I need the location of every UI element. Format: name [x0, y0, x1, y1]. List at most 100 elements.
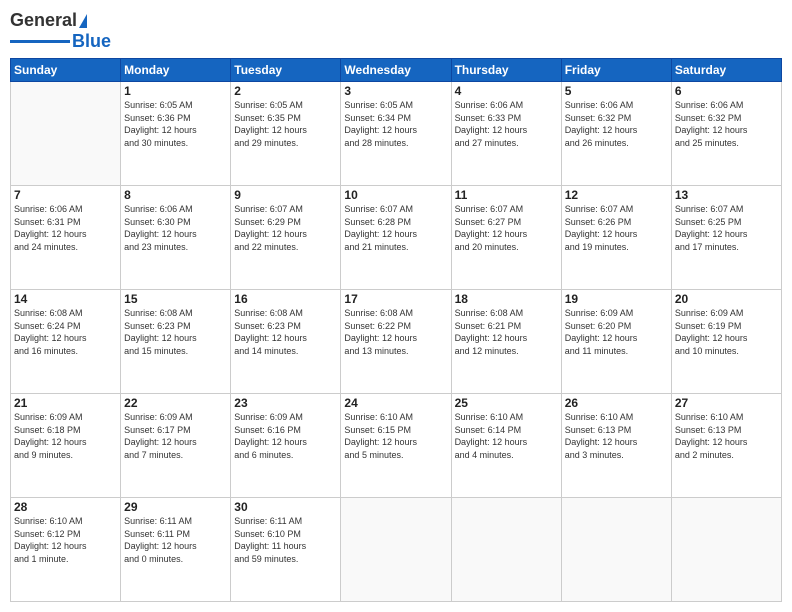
week-row-1: 7Sunrise: 6:06 AM Sunset: 6:31 PM Daylig… — [11, 186, 782, 290]
day-cell — [341, 498, 451, 602]
day-info: Sunrise: 6:10 AM Sunset: 6:12 PM Dayligh… — [14, 515, 117, 565]
day-cell: 8Sunrise: 6:06 AM Sunset: 6:30 PM Daylig… — [121, 186, 231, 290]
day-info: Sunrise: 6:07 AM Sunset: 6:28 PM Dayligh… — [344, 203, 447, 253]
day-number: 18 — [455, 292, 558, 306]
day-cell: 26Sunrise: 6:10 AM Sunset: 6:13 PM Dayli… — [561, 394, 671, 498]
day-cell: 4Sunrise: 6:06 AM Sunset: 6:33 PM Daylig… — [451, 82, 561, 186]
day-cell: 23Sunrise: 6:09 AM Sunset: 6:16 PM Dayli… — [231, 394, 341, 498]
day-cell: 28Sunrise: 6:10 AM Sunset: 6:12 PM Dayli… — [11, 498, 121, 602]
day-number: 11 — [455, 188, 558, 202]
header-saturday: Saturday — [671, 59, 781, 82]
day-cell — [561, 498, 671, 602]
day-info: Sunrise: 6:05 AM Sunset: 6:35 PM Dayligh… — [234, 99, 337, 149]
day-cell — [671, 498, 781, 602]
day-number: 13 — [675, 188, 778, 202]
day-number: 3 — [344, 84, 447, 98]
day-number: 15 — [124, 292, 227, 306]
logo-blue: Blue — [72, 31, 111, 52]
header-thursday: Thursday — [451, 59, 561, 82]
day-number: 8 — [124, 188, 227, 202]
day-info: Sunrise: 6:06 AM Sunset: 6:32 PM Dayligh… — [565, 99, 668, 149]
day-info: Sunrise: 6:06 AM Sunset: 6:32 PM Dayligh… — [675, 99, 778, 149]
day-cell — [11, 82, 121, 186]
day-cell: 18Sunrise: 6:08 AM Sunset: 6:21 PM Dayli… — [451, 290, 561, 394]
day-cell: 13Sunrise: 6:07 AM Sunset: 6:25 PM Dayli… — [671, 186, 781, 290]
day-cell: 3Sunrise: 6:05 AM Sunset: 6:34 PM Daylig… — [341, 82, 451, 186]
day-cell: 17Sunrise: 6:08 AM Sunset: 6:22 PM Dayli… — [341, 290, 451, 394]
day-number: 14 — [14, 292, 117, 306]
day-number: 17 — [344, 292, 447, 306]
weekday-header-row: Sunday Monday Tuesday Wednesday Thursday… — [11, 59, 782, 82]
day-number: 25 — [455, 396, 558, 410]
header-friday: Friday — [561, 59, 671, 82]
day-info: Sunrise: 6:07 AM Sunset: 6:25 PM Dayligh… — [675, 203, 778, 253]
day-info: Sunrise: 6:08 AM Sunset: 6:24 PM Dayligh… — [14, 307, 117, 357]
day-number: 12 — [565, 188, 668, 202]
logo-line — [10, 40, 70, 43]
day-number: 19 — [565, 292, 668, 306]
day-number: 16 — [234, 292, 337, 306]
day-info: Sunrise: 6:09 AM Sunset: 6:16 PM Dayligh… — [234, 411, 337, 461]
header: General Blue — [10, 10, 782, 52]
header-tuesday: Tuesday — [231, 59, 341, 82]
day-number: 27 — [675, 396, 778, 410]
day-cell: 22Sunrise: 6:09 AM Sunset: 6:17 PM Dayli… — [121, 394, 231, 498]
day-info: Sunrise: 6:05 AM Sunset: 6:34 PM Dayligh… — [344, 99, 447, 149]
day-info: Sunrise: 6:11 AM Sunset: 6:10 PM Dayligh… — [234, 515, 337, 565]
day-info: Sunrise: 6:10 AM Sunset: 6:13 PM Dayligh… — [675, 411, 778, 461]
day-info: Sunrise: 6:09 AM Sunset: 6:18 PM Dayligh… — [14, 411, 117, 461]
day-number: 22 — [124, 396, 227, 410]
day-info: Sunrise: 6:06 AM Sunset: 6:31 PM Dayligh… — [14, 203, 117, 253]
day-cell: 5Sunrise: 6:06 AM Sunset: 6:32 PM Daylig… — [561, 82, 671, 186]
header-monday: Monday — [121, 59, 231, 82]
day-info: Sunrise: 6:08 AM Sunset: 6:23 PM Dayligh… — [124, 307, 227, 357]
day-cell: 20Sunrise: 6:09 AM Sunset: 6:19 PM Dayli… — [671, 290, 781, 394]
day-info: Sunrise: 6:08 AM Sunset: 6:21 PM Dayligh… — [455, 307, 558, 357]
week-row-3: 21Sunrise: 6:09 AM Sunset: 6:18 PM Dayli… — [11, 394, 782, 498]
day-number: 6 — [675, 84, 778, 98]
day-number: 29 — [124, 500, 227, 514]
day-cell: 6Sunrise: 6:06 AM Sunset: 6:32 PM Daylig… — [671, 82, 781, 186]
day-cell: 1Sunrise: 6:05 AM Sunset: 6:36 PM Daylig… — [121, 82, 231, 186]
day-number: 5 — [565, 84, 668, 98]
day-number: 26 — [565, 396, 668, 410]
day-number: 24 — [344, 396, 447, 410]
day-cell: 12Sunrise: 6:07 AM Sunset: 6:26 PM Dayli… — [561, 186, 671, 290]
logo: General Blue — [10, 10, 111, 52]
day-info: Sunrise: 6:06 AM Sunset: 6:33 PM Dayligh… — [455, 99, 558, 149]
day-info: Sunrise: 6:09 AM Sunset: 6:19 PM Dayligh… — [675, 307, 778, 357]
day-number: 4 — [455, 84, 558, 98]
day-info: Sunrise: 6:09 AM Sunset: 6:17 PM Dayligh… — [124, 411, 227, 461]
day-cell: 14Sunrise: 6:08 AM Sunset: 6:24 PM Dayli… — [11, 290, 121, 394]
day-cell: 15Sunrise: 6:08 AM Sunset: 6:23 PM Dayli… — [121, 290, 231, 394]
day-cell: 16Sunrise: 6:08 AM Sunset: 6:23 PM Dayli… — [231, 290, 341, 394]
day-cell: 7Sunrise: 6:06 AM Sunset: 6:31 PM Daylig… — [11, 186, 121, 290]
day-cell: 19Sunrise: 6:09 AM Sunset: 6:20 PM Dayli… — [561, 290, 671, 394]
day-cell: 29Sunrise: 6:11 AM Sunset: 6:11 PM Dayli… — [121, 498, 231, 602]
day-info: Sunrise: 6:07 AM Sunset: 6:29 PM Dayligh… — [234, 203, 337, 253]
day-cell: 21Sunrise: 6:09 AM Sunset: 6:18 PM Dayli… — [11, 394, 121, 498]
week-row-2: 14Sunrise: 6:08 AM Sunset: 6:24 PM Dayli… — [11, 290, 782, 394]
header-sunday: Sunday — [11, 59, 121, 82]
day-cell: 25Sunrise: 6:10 AM Sunset: 6:14 PM Dayli… — [451, 394, 561, 498]
day-info: Sunrise: 6:09 AM Sunset: 6:20 PM Dayligh… — [565, 307, 668, 357]
day-info: Sunrise: 6:11 AM Sunset: 6:11 PM Dayligh… — [124, 515, 227, 565]
day-info: Sunrise: 6:07 AM Sunset: 6:27 PM Dayligh… — [455, 203, 558, 253]
day-info: Sunrise: 6:06 AM Sunset: 6:30 PM Dayligh… — [124, 203, 227, 253]
day-number: 10 — [344, 188, 447, 202]
logo-general: General — [10, 10, 77, 31]
day-number: 2 — [234, 84, 337, 98]
day-cell — [451, 498, 561, 602]
day-info: Sunrise: 6:07 AM Sunset: 6:26 PM Dayligh… — [565, 203, 668, 253]
day-cell: 24Sunrise: 6:10 AM Sunset: 6:15 PM Dayli… — [341, 394, 451, 498]
day-number: 20 — [675, 292, 778, 306]
day-info: Sunrise: 6:05 AM Sunset: 6:36 PM Dayligh… — [124, 99, 227, 149]
page: General Blue Sunday Monday Tuesday Wedne… — [0, 0, 792, 612]
day-number: 7 — [14, 188, 117, 202]
day-cell: 10Sunrise: 6:07 AM Sunset: 6:28 PM Dayli… — [341, 186, 451, 290]
day-info: Sunrise: 6:10 AM Sunset: 6:14 PM Dayligh… — [455, 411, 558, 461]
day-cell: 11Sunrise: 6:07 AM Sunset: 6:27 PM Dayli… — [451, 186, 561, 290]
calendar-table: Sunday Monday Tuesday Wednesday Thursday… — [10, 58, 782, 602]
day-cell: 27Sunrise: 6:10 AM Sunset: 6:13 PM Dayli… — [671, 394, 781, 498]
day-info: Sunrise: 6:08 AM Sunset: 6:22 PM Dayligh… — [344, 307, 447, 357]
